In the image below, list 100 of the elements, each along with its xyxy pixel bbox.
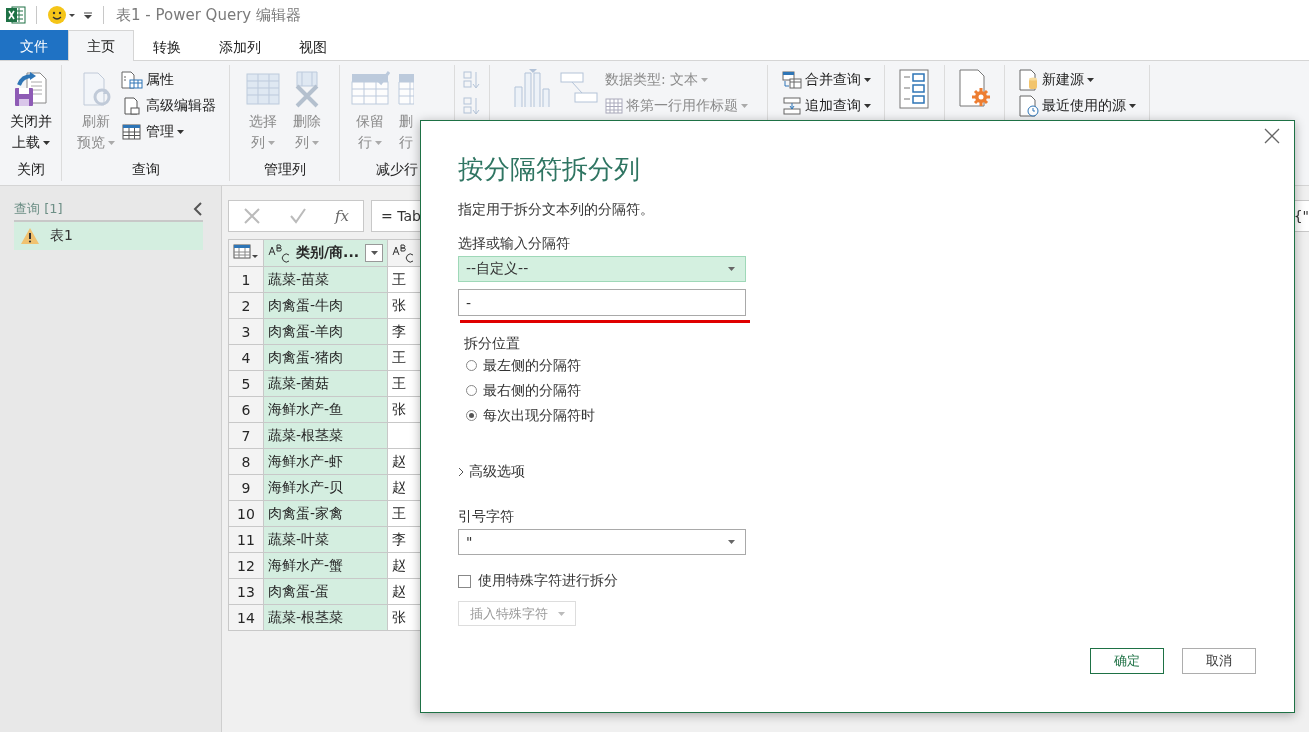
merge-icon	[781, 71, 802, 89]
delimiter-dropdown[interactable]: --自定义--	[458, 256, 746, 282]
filter-button[interactable]	[365, 244, 384, 262]
table-cell: 蔬菜-苗菜	[263, 266, 388, 293]
advanced-options-toggle[interactable]: 高级选项	[458, 460, 1256, 484]
split-column-icon	[511, 69, 551, 109]
group-label: 关闭	[15, 160, 46, 179]
row-number: 7	[228, 422, 264, 449]
table-cell: 海鲜水产-虾	[263, 448, 388, 475]
ribbon-button[interactable]: 高级编辑器	[121, 93, 216, 119]
ribbon-button[interactable]: 追加查询	[781, 93, 871, 119]
smiley-icon[interactable]	[47, 5, 77, 25]
caret-icon	[557, 611, 565, 616]
ribbon-tab[interactable]: 主页	[68, 30, 134, 61]
row-number: 13	[228, 578, 264, 605]
query-item[interactable]: 表1	[14, 222, 203, 250]
checkbox[interactable]	[458, 574, 471, 588]
table-cell: 海鲜水产-贝	[263, 474, 388, 501]
row-number: 12	[228, 552, 264, 579]
row-number: 4	[228, 344, 264, 371]
field-label: 引号字符	[458, 507, 515, 526]
list-icon	[898, 69, 931, 109]
table-cell: 蔬菜-根茎菜	[263, 422, 388, 449]
dialog-button[interactable]: 确定	[1090, 648, 1164, 674]
caret-icon	[863, 78, 871, 82]
caret-icon	[701, 78, 709, 82]
row-number: 9	[228, 474, 264, 501]
function-button[interactable]: fx	[334, 207, 349, 225]
ribbon-tab[interactable]: 文件	[0, 30, 68, 60]
ribbon-tab[interactable]: 添加列	[200, 31, 280, 61]
caret-icon	[728, 540, 735, 544]
row-number: 1	[228, 266, 264, 293]
dialog-title: 按分隔符拆分列	[458, 153, 641, 186]
group-label: 管理列	[262, 160, 307, 179]
table-cell: 海鲜水产-鱼	[263, 396, 388, 423]
save-document-icon	[12, 70, 49, 108]
document-database-icon	[1018, 69, 1039, 91]
caret-icon	[863, 104, 871, 108]
table-cell: 肉禽蛋-猪肉	[263, 344, 388, 371]
check-icon[interactable]	[288, 207, 307, 225]
ribbon-tab[interactable]: 视图	[280, 31, 346, 61]
table-cell: 肉禽蛋-家禽	[263, 500, 388, 527]
caret-icon	[741, 104, 748, 108]
delimiter-field[interactable]: -	[458, 289, 746, 316]
table-cell: 蔬菜-叶菜	[263, 526, 388, 553]
group-label: 查询	[130, 160, 161, 179]
row-number: 8	[228, 448, 264, 475]
ribbon-button[interactable]: 新建源	[1018, 67, 1136, 93]
row-number: 14	[228, 604, 264, 631]
table-icon	[121, 123, 143, 141]
row-number: 6	[228, 396, 264, 423]
window-title: 表1 - Power Query 编辑器	[116, 5, 301, 25]
ribbon-button[interactable]: 合并查询	[781, 67, 871, 93]
table-icon	[605, 98, 623, 114]
caret-icon	[1086, 78, 1094, 82]
ribbon-button[interactable]: 最近使用的源	[1018, 93, 1136, 119]
caret-icon	[370, 251, 378, 255]
close-icon	[1264, 128, 1280, 144]
customize-caret-icon[interactable]	[83, 10, 93, 20]
pane-title: 查询 [1]	[14, 200, 63, 218]
caret-icon	[108, 140, 115, 145]
radio-label[interactable]: 最左侧的分隔符	[483, 356, 581, 375]
table-grid-icon	[244, 70, 281, 108]
ribbon-button[interactable]: 属性	[121, 67, 216, 93]
append-icon	[781, 97, 802, 115]
document-gear-icon	[957, 69, 992, 109]
caret-icon	[267, 140, 275, 145]
sort-ascending-icon	[462, 70, 482, 90]
document-clock-icon	[1018, 95, 1039, 117]
ribbon-button[interactable]: 关闭并 上载	[7, 65, 54, 153]
group-label: 减少行	[375, 160, 419, 179]
column-header[interactable]: 类别/商...	[263, 239, 388, 267]
quote-dropdown[interactable]: "	[458, 529, 746, 555]
collapse-chevron-icon[interactable]	[193, 202, 203, 216]
table-cell: 肉禽蛋-羊肉	[263, 318, 388, 345]
table-check-icon	[350, 70, 390, 108]
ribbon-tab[interactable]: 转换	[134, 31, 200, 61]
radio-label[interactable]: 每次出现分隔符时	[483, 406, 595, 425]
caret-icon	[177, 130, 184, 134]
dialog-button[interactable]: 取消	[1182, 648, 1256, 674]
text-type-icon[interactable]	[268, 243, 290, 263]
table-cell: 肉禽蛋-蛋	[263, 578, 388, 605]
table-menu-icon[interactable]	[233, 242, 259, 261]
section-label: 拆分位置	[463, 334, 521, 353]
table-cell: 蔬菜-菌菇	[263, 370, 388, 397]
field-label: 选择或输入分隔符	[458, 234, 571, 253]
excel-logo-icon[interactable]	[6, 5, 26, 25]
row-number: 2	[228, 292, 264, 319]
row-number: 5	[228, 370, 264, 397]
properties-icon	[121, 71, 143, 89]
warning-icon	[20, 227, 40, 245]
sort-descending-icon	[462, 96, 482, 116]
text-type-icon[interactable]	[392, 243, 415, 263]
row-number: 3	[228, 318, 264, 345]
radio-label[interactable]: 最右侧的分隔符	[483, 381, 581, 400]
row-number: 10	[228, 500, 264, 527]
ribbon-button[interactable]: 管理	[121, 119, 216, 145]
caret-icon	[375, 140, 382, 145]
dialog-description: 指定用于拆分文本列的分隔符。	[458, 200, 655, 219]
checkbox-label[interactable]: 使用特殊字符进行拆分	[478, 572, 618, 590]
